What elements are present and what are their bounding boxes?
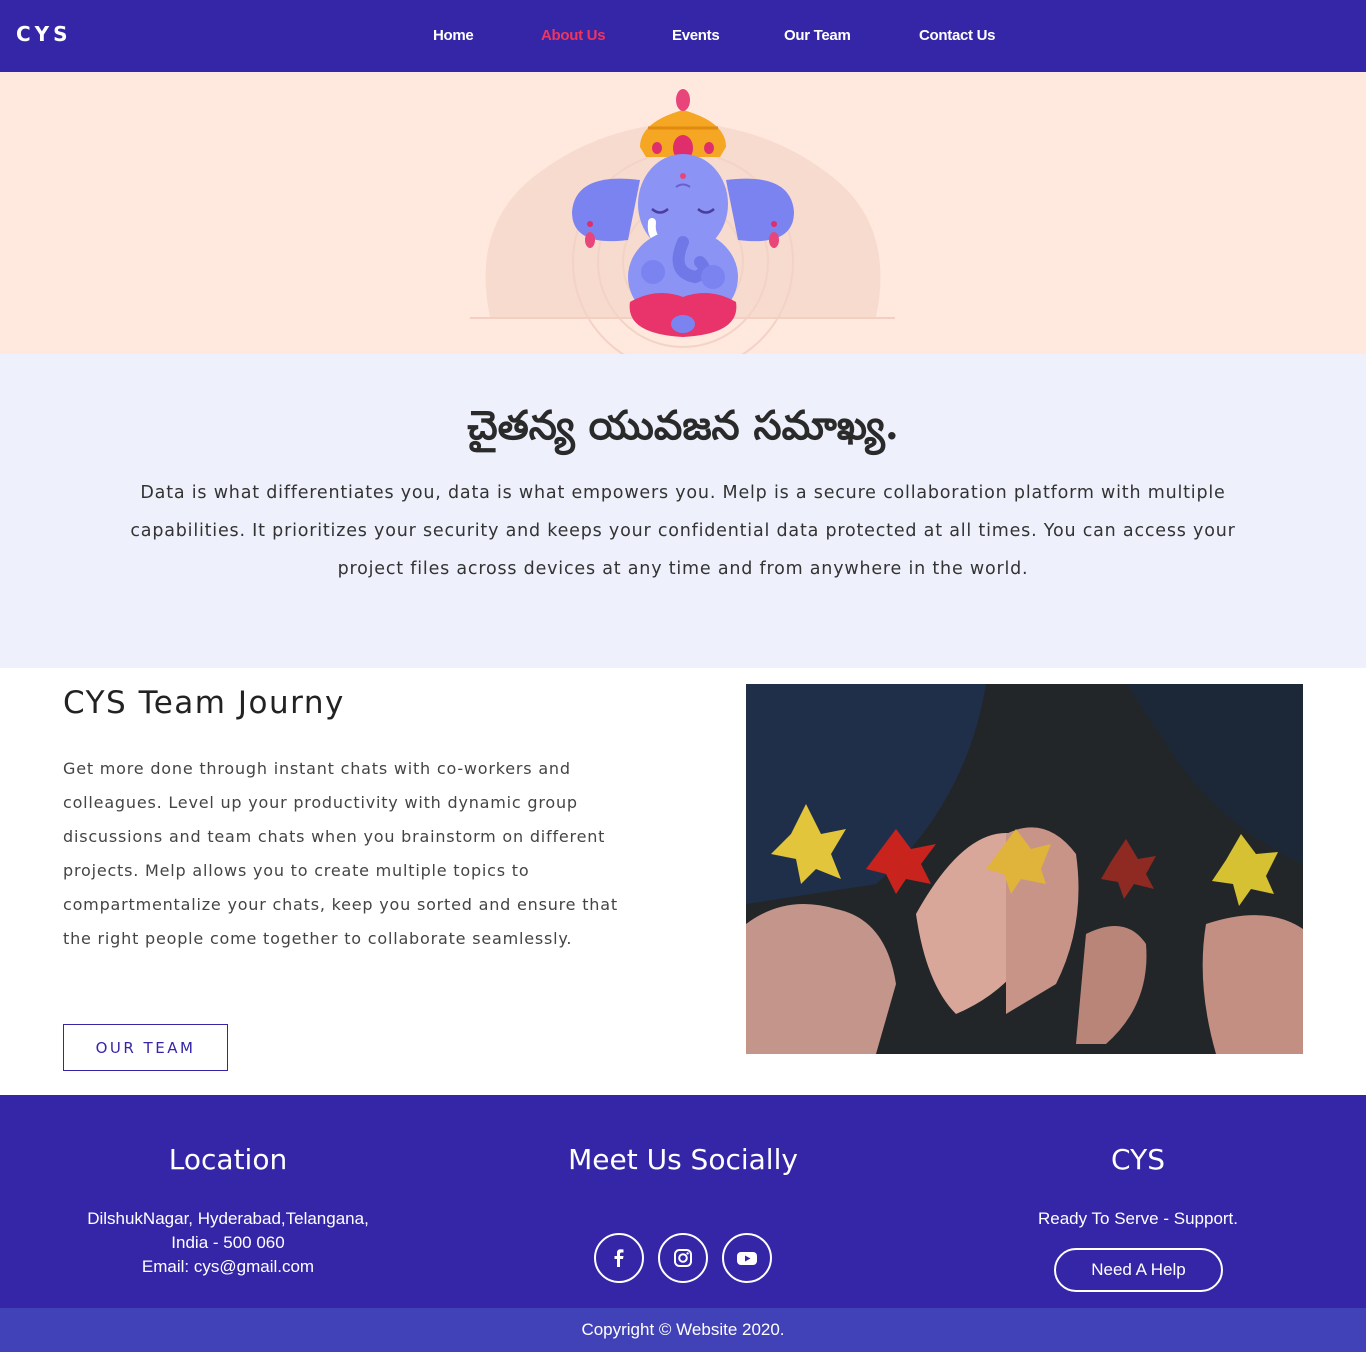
location-address: DilshukNagar, Hyderabad,Telangana, India…: [48, 1207, 408, 1279]
our-team-button[interactable]: OUR TEAM: [63, 1024, 228, 1071]
nav-our-team[interactable]: Our Team: [784, 27, 851, 44]
email-line[interactable]: Email: cys@gmail.com: [48, 1255, 408, 1279]
team-journey-section: CYS Team Journy Get more done through in…: [0, 668, 1366, 1095]
youtube-icon[interactable]: [722, 1233, 772, 1283]
intro-title: చైతన్య యువజన సమాఖ్య.: [467, 402, 899, 449]
cys-tagline: Ready To Serve - Support.: [1037, 1209, 1238, 1228]
navbar: CYS Home About Us Events Our Team Contac…: [0, 0, 1366, 72]
ganesha-illustration: [470, 89, 895, 354]
hero-banner: [0, 72, 1366, 354]
cys-heading: CYS: [1111, 1143, 1165, 1176]
hands-leaves-photo: [746, 684, 1303, 1054]
address-line-2: India - 500 060: [171, 1233, 285, 1252]
crown: [640, 89, 726, 161]
nav-about-us[interactable]: About Us: [541, 27, 606, 44]
copyright-bar: Copyright © Website 2020.: [0, 1308, 1366, 1352]
location-heading: Location: [168, 1143, 288, 1176]
journey-title: CYS Team Journy: [63, 685, 345, 721]
nav-home[interactable]: Home: [433, 27, 474, 44]
intro-section: చైతన్య యువజన సమాఖ్య. Data is what differ…: [0, 354, 1366, 668]
nav-contact-us[interactable]: Contact Us: [919, 27, 995, 44]
brand-logo[interactable]: CYS: [16, 22, 72, 46]
address-line-1: DilshukNagar, Hyderabad,Telangana,: [87, 1209, 369, 1228]
footer: Location DilshukNagar, Hyderabad,Telanga…: [0, 1095, 1366, 1308]
social-heading: Meet Us Socially: [568, 1143, 798, 1176]
intro-text: Data is what differentiates you, data is…: [130, 483, 1236, 579]
need-help-button[interactable]: Need A Help: [1054, 1248, 1223, 1292]
facebook-icon[interactable]: [594, 1233, 644, 1283]
instagram-icon[interactable]: [658, 1233, 708, 1283]
nav-events[interactable]: Events: [672, 27, 720, 44]
journey-text: Get more done through instant chats with…: [63, 759, 618, 948]
